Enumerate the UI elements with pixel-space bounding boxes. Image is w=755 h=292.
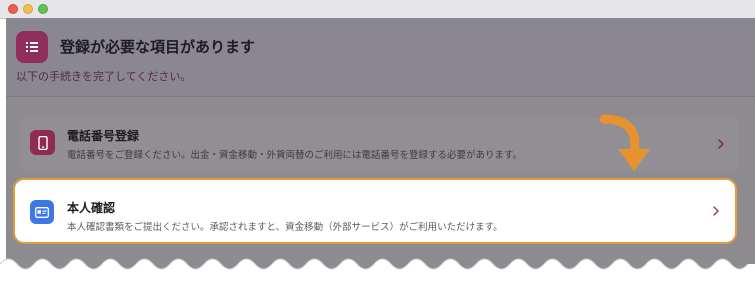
chevron-right-icon [708, 203, 724, 219]
identity-item-description: 本人確認書類をご提出ください。承認されますと、資金移動（外部サービス）がご利用い… [67, 222, 503, 233]
zoom-window-button[interactable] [38, 4, 48, 14]
minimize-window-button[interactable] [23, 4, 33, 14]
registration-header: 登録が必要な項目があります 以下の手続きを完了してください。 [6, 18, 755, 97]
app-window: 登録が必要な項目があります 以下の手続きを完了してください。 電話番号登録 電話… [0, 0, 755, 292]
close-window-button[interactable] [8, 4, 18, 14]
checklist-icon [16, 31, 48, 63]
identity-verification-item[interactable]: 本人確認 本人確認書類をご提出ください。承認されますと、資金移動（外部サービス）… [13, 178, 737, 244]
chevron-right-icon [713, 136, 729, 152]
phone-item-description: 電話番号をご登録ください。出金・資金移動・外貨両替のご利用には電話番号を登録する… [67, 150, 523, 161]
torn-edge-divider [0, 258, 755, 292]
id-card-icon [30, 200, 54, 224]
identity-item-title: 本人確認 [67, 201, 116, 215]
phone-icon [30, 130, 55, 155]
curved-arrow-icon [599, 114, 650, 171]
page-title: 登録が必要な項目があります [60, 38, 256, 56]
page-subtitle: 以下の手続きを完了してください。 [16, 70, 192, 83]
title-bar [0, 0, 755, 19]
phone-item-title: 電話番号登録 [67, 129, 140, 143]
